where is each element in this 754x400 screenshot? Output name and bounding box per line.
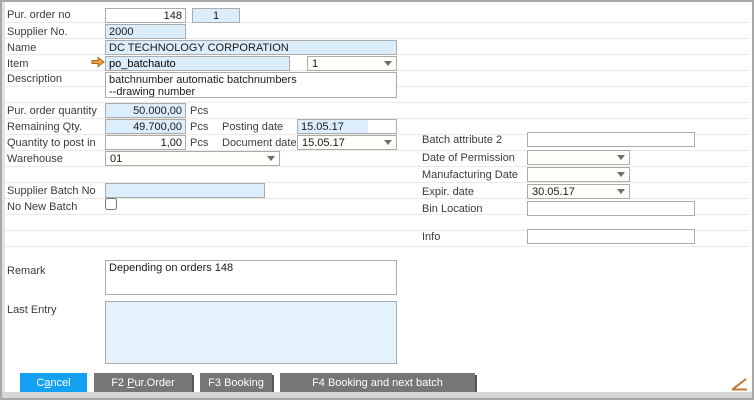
remaining-qty-unit: Pcs — [190, 121, 208, 133]
chevron-down-icon — [617, 155, 625, 160]
description-label: Description — [7, 73, 62, 85]
item-input[interactable] — [105, 56, 290, 71]
batch-attribute-2-label: Batch attribute 2 — [422, 134, 502, 146]
expir-date-label: Expir. date — [422, 186, 474, 198]
remaining-qty-label: Remaining Qty. — [7, 121, 82, 133]
no-new-batch-label: No New Batch — [7, 201, 77, 213]
warehouse-label: Warehouse — [7, 153, 63, 165]
chevron-down-icon — [267, 156, 275, 161]
supplier-name-input[interactable] — [105, 40, 397, 55]
chevron-down-icon — [617, 189, 625, 194]
pur-order-line-input[interactable] — [192, 8, 240, 23]
description-textarea[interactable]: batchnumber automatic batchnumbers --dra… — [105, 72, 397, 98]
last-entry-textarea[interactable] — [105, 301, 397, 364]
quantity-to-post-label: Quantity to post in — [7, 137, 96, 149]
posting-date-input[interactable] — [297, 119, 397, 134]
last-entry-label: Last Entry — [7, 304, 57, 316]
remark-label: Remark — [7, 265, 46, 277]
pur-order-no-input[interactable] — [105, 8, 186, 23]
bin-location-input[interactable] — [527, 201, 695, 216]
supplier-no-input[interactable] — [105, 24, 186, 39]
window-bottom-frame — [2, 392, 752, 398]
no-new-batch-checkbox[interactable] — [105, 198, 117, 210]
window-left-edge — [2, 2, 5, 392]
supplier-batch-no-input[interactable] — [105, 183, 265, 198]
quantity-to-post-input[interactable] — [105, 135, 186, 150]
info-input[interactable] — [527, 229, 695, 244]
item-variant-value: 1 — [312, 58, 318, 70]
expir-date-value: 30.05.17 — [532, 186, 575, 198]
manufacturing-date-combo[interactable] — [527, 167, 630, 182]
f2-pur-order-button[interactable]: F2 Pur.Order — [94, 373, 192, 392]
posting-date-label: Posting date — [222, 121, 283, 133]
item-label: Item — [7, 58, 28, 70]
chevron-down-icon — [384, 140, 392, 145]
quantity-to-post-unit: Pcs — [190, 137, 208, 149]
f3-booking-button[interactable]: F3 Booking — [200, 373, 272, 392]
item-pointer-arrow-icon — [91, 56, 105, 71]
pur-order-quantity-input[interactable] — [105, 103, 186, 118]
f4-booking-next-batch-button[interactable]: F4 Booking and next batch — [280, 373, 475, 392]
pur-order-quantity-label: Pur. order quantity — [7, 105, 97, 117]
date-of-permission-label: Date of Permission — [422, 152, 515, 164]
info-label: Info — [422, 231, 440, 243]
document-date-label: Document date — [222, 137, 297, 149]
warehouse-value: 01 — [110, 153, 122, 165]
name-label: Name — [7, 42, 36, 54]
remaining-qty-input[interactable] — [105, 119, 186, 134]
chevron-down-icon — [617, 172, 625, 177]
batch-attribute-2-input[interactable] — [527, 132, 695, 147]
batch-booking-dialog: Pur. order no Supplier No. Name Item Des… — [0, 0, 754, 400]
supplier-no-label: Supplier No. — [7, 26, 68, 38]
manufacturing-date-label: Manufacturing Date — [422, 169, 518, 181]
pur-order-quantity-unit: Pcs — [190, 105, 208, 117]
document-date-combo[interactable]: 15.05.17 — [297, 135, 397, 150]
cancel-button[interactable]: Cancel — [20, 373, 87, 392]
bin-location-label: Bin Location — [422, 203, 483, 215]
warehouse-combo[interactable]: 01 — [105, 151, 280, 166]
date-of-permission-combo[interactable] — [527, 150, 630, 165]
expir-date-combo[interactable]: 30.05.17 — [527, 184, 630, 199]
document-date-value: 15.05.17 — [302, 137, 345, 149]
pur-order-no-label: Pur. order no — [7, 9, 71, 21]
chevron-down-icon — [384, 61, 392, 66]
remark-textarea[interactable]: Depending on orders 148 — [105, 260, 397, 295]
supplier-batch-no-label: Supplier Batch No — [7, 185, 96, 197]
item-variant-combo[interactable]: 1 — [307, 56, 397, 71]
